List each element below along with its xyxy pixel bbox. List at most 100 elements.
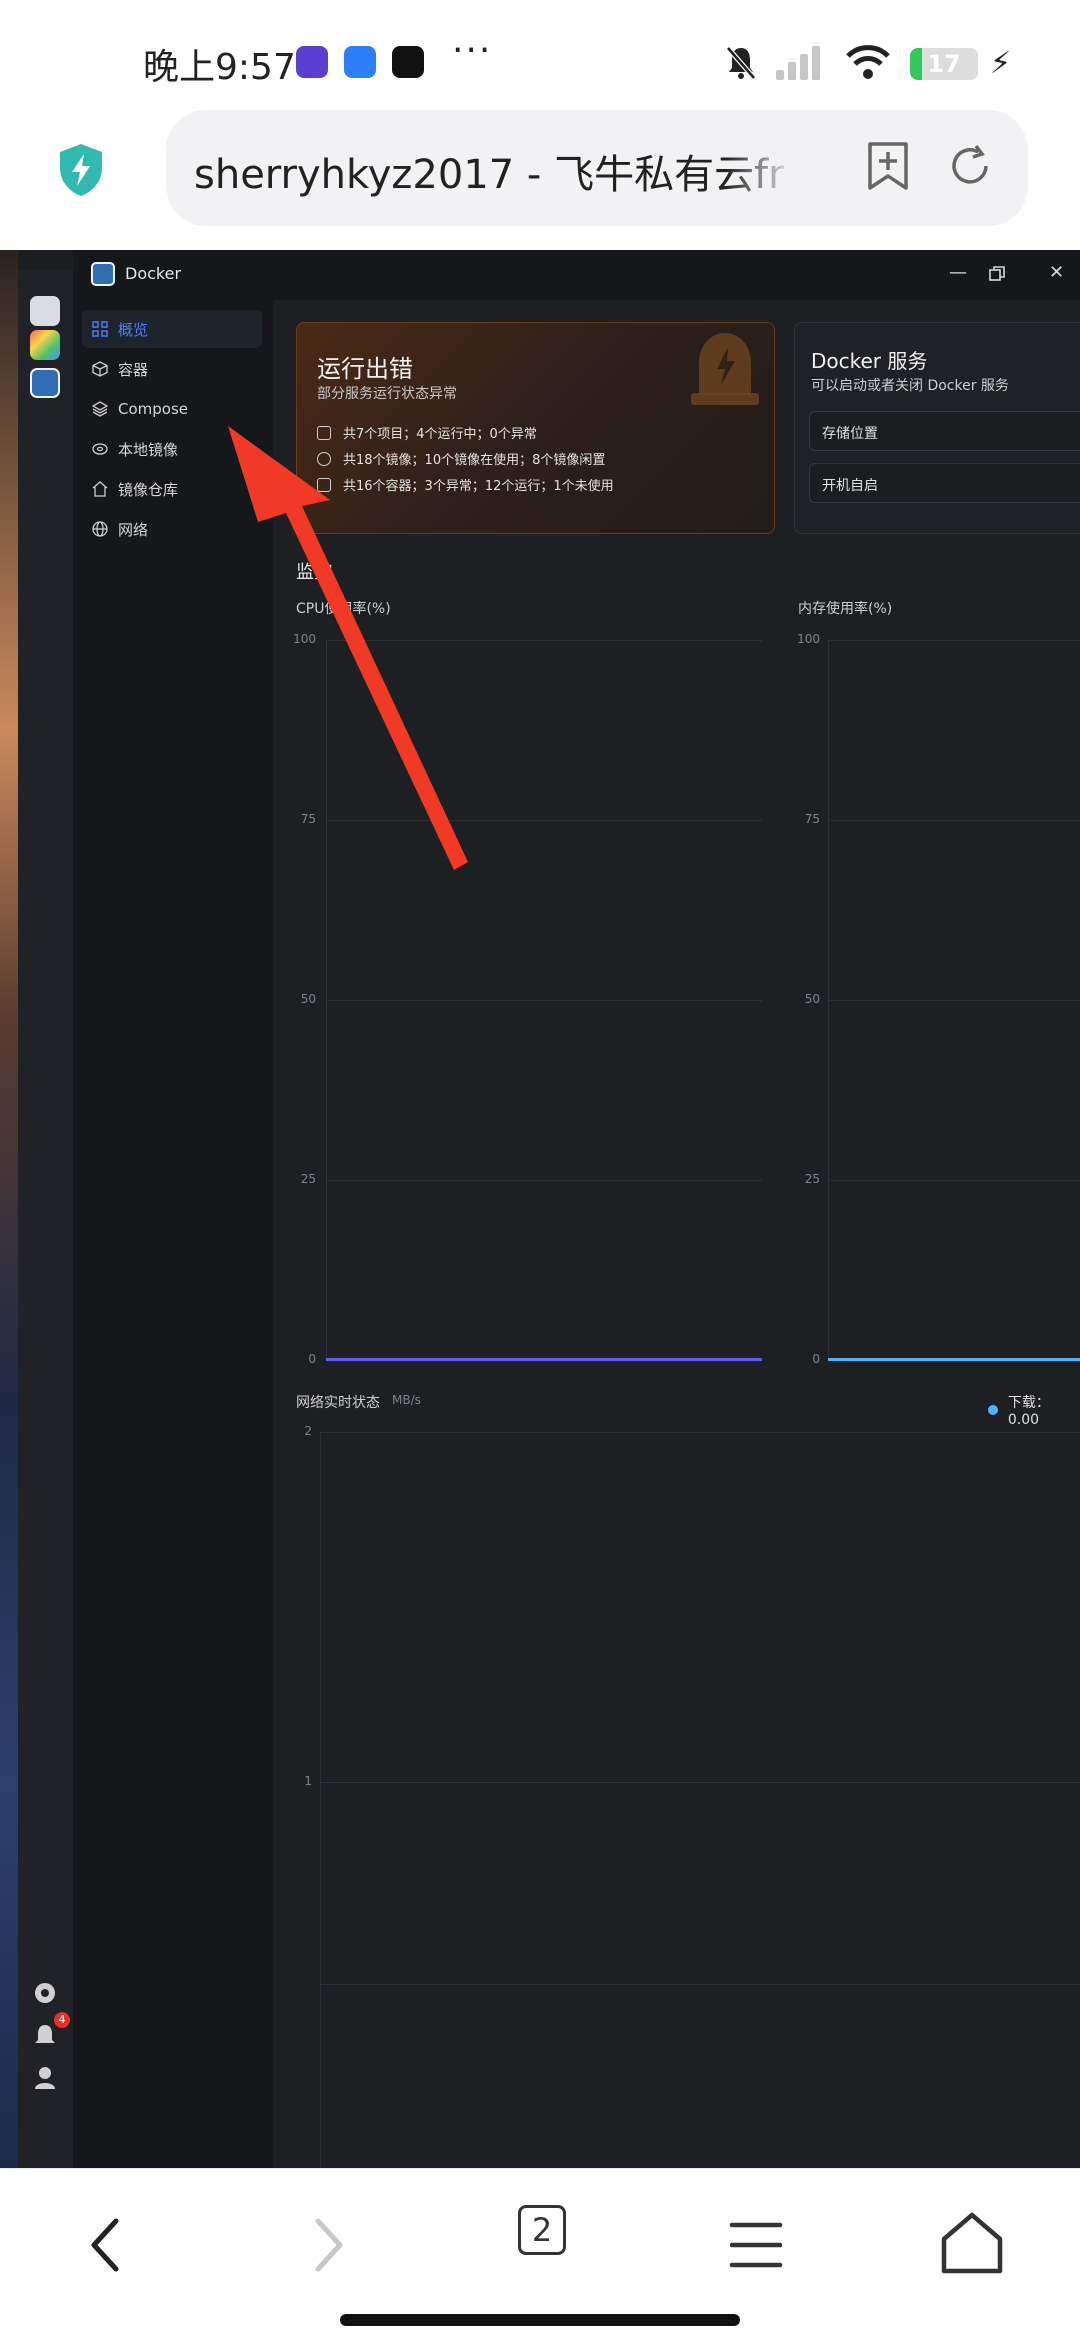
service-subtitle: 可以启动或者关闭 Docker 服务 <box>811 378 1009 394</box>
error-subtitle: 部分服务运行状态异常 <box>317 386 457 402</box>
net-gridline <box>320 1782 1080 1783</box>
containers-summary: 共16个容器；3个异常；12个运行；1个未使用 <box>317 475 614 494</box>
notification-badge: 4 <box>54 2012 70 2028</box>
back-icon[interactable] <box>66 2205 146 2285</box>
cpu-tick-25: 25 <box>300 1172 316 1186</box>
images-summary: 共18个镜像；10个镜像在使用；8个镜像闲置 <box>317 449 605 468</box>
sidebar-item-label: 容器 <box>118 360 149 379</box>
mem-tick-25: 25 <box>804 1172 820 1186</box>
error-title: 运行出错 <box>317 355 413 383</box>
storage-location-row[interactable]: 存储位置 <box>809 411 1080 451</box>
sidebar-item-network[interactable]: 网络 <box>82 510 262 548</box>
sidebar-item-registry[interactable]: 镜像仓库 <box>82 470 262 508</box>
restore-icon[interactable] <box>989 266 1005 282</box>
user-icon[interactable] <box>32 2064 58 2090</box>
grid-icon <box>92 321 108 337</box>
autostart-row[interactable]: 开机自启 <box>809 463 1080 503</box>
sidebar-item-label: 镜像仓库 <box>118 480 179 499</box>
cpu-tick-100: 100 <box>293 632 316 646</box>
status-bar: 晚上9:57 ··· 17 ⚡ <box>0 0 1080 110</box>
minimize-icon[interactable]: — <box>949 262 967 283</box>
alarm-lamp-icon <box>691 333 759 405</box>
home-icon <box>92 481 108 497</box>
sidebar-item-label: 本地镜像 <box>118 440 179 459</box>
reload-icon[interactable] <box>946 142 994 190</box>
mem-gridline <box>828 1180 1080 1181</box>
battery-indicator: 17 <box>910 48 978 80</box>
network-chart-title: 网络实时状态 <box>296 1395 380 1411</box>
sidebar-item-label: Compose <box>118 400 189 418</box>
mem-tick-0: 0 <box>812 1352 820 1366</box>
net-gridline <box>320 1432 1080 1433</box>
net-y-axis <box>320 1432 321 2168</box>
monitor-app-icon[interactable] <box>30 296 60 326</box>
disk-icon <box>92 443 108 455</box>
close-icon[interactable]: ✕ <box>1049 262 1064 283</box>
video-app-icon <box>296 46 328 78</box>
cpu-gridline <box>326 1180 762 1181</box>
home-icon[interactable] <box>932 2205 1012 2285</box>
mem-gridline <box>828 1000 1080 1001</box>
cpu-tick-50: 50 <box>300 992 316 1006</box>
status-error-card: 运行出错 部分服务运行状态异常 共7个项目；4个运行中；0个异常 共18个镜像；… <box>296 322 775 534</box>
storage-location-label: 存储位置 <box>822 426 878 442</box>
mem-gridline <box>828 820 1080 821</box>
mem-gridline <box>828 640 1080 641</box>
memory-chart-title: 内存使用率(%) <box>798 601 893 617</box>
window-titlebar: Docker — ✕ <box>73 250 1080 300</box>
service-title: Docker 服务 <box>811 349 928 373</box>
cpu-gridline <box>326 1000 762 1001</box>
cpu-series-line <box>326 1358 762 1361</box>
web-content: 4 Docker — ✕ 概览 容器 Compose 本地镜像 镜像仓库 网络 <box>0 250 1080 2168</box>
browser-url-bar: sherryhkyz2017 - 飞牛私有云fnOS <box>0 110 1080 250</box>
monitor-title: 监控 <box>296 562 332 583</box>
sidebar-item-containers[interactable]: 容器 <box>82 350 262 388</box>
cpu-gridline <box>326 640 762 641</box>
docker-app-icon[interactable] <box>30 368 60 398</box>
projects-summary-text: 共7个项目；4个运行中；0个异常 <box>343 427 537 442</box>
layers-icon <box>92 401 108 417</box>
menu-icon[interactable] <box>716 2205 796 2285</box>
sidebar-item-compose[interactable]: Compose <box>82 390 262 428</box>
images-summary-text: 共18个镜像；10个镜像在使用；8个镜像闲置 <box>343 453 606 468</box>
signal-icon <box>776 46 820 80</box>
box-icon <box>92 361 108 377</box>
bookmark-add-icon[interactable] <box>866 140 910 192</box>
url-fade <box>726 110 796 226</box>
sidebar-item-label: 网络 <box>118 520 149 539</box>
shield-icon[interactable] <box>56 142 106 198</box>
mem-y-axis <box>828 640 829 1360</box>
more-status-icon: ··· <box>452 30 493 71</box>
cpu-gridline <box>326 820 762 821</box>
sidebar-item-overview[interactable]: 概览 <box>82 310 262 348</box>
autostart-label: 开机自启 <box>822 478 878 494</box>
legend-download: 下载：0.00 <box>1007 1395 1050 1428</box>
layers-icon <box>317 425 331 440</box>
legend-dot <box>988 1405 998 1415</box>
containers-summary-text: 共16个容器；3个异常；12个运行；1个未使用 <box>343 479 614 494</box>
mem-series-line <box>828 1358 1080 1361</box>
cpu-y-axis <box>326 640 327 1360</box>
settings-icon[interactable] <box>32 1980 58 2006</box>
z-app-icon <box>392 46 424 78</box>
net-gridline <box>320 1984 1080 1985</box>
url-text: sherryhkyz2017 - 飞牛私有云fnOS <box>194 152 784 198</box>
box-icon <box>317 477 331 492</box>
sidebar-item-local-images[interactable]: 本地镜像 <box>82 430 262 468</box>
app-center-icon[interactable] <box>30 330 60 360</box>
mute-icon <box>726 46 756 80</box>
notification-bell-icon[interactable] <box>32 2022 58 2048</box>
sidebar-item-label: 概览 <box>118 320 149 339</box>
forward-icon[interactable] <box>288 2205 368 2285</box>
network-chart-unit: MB/s <box>392 1393 421 1407</box>
tabs-button[interactable]: 2 <box>518 2205 566 2255</box>
wifi-icon <box>846 45 890 79</box>
chat-app-icon <box>344 46 376 78</box>
battery-level: 17 <box>927 50 961 78</box>
projects-summary: 共7个项目；4个运行中；0个异常 <box>317 423 537 442</box>
mem-tick-50: 50 <box>804 992 820 1006</box>
desktop-dock: 4 <box>18 270 73 2168</box>
url-field[interactable]: sherryhkyz2017 - 飞牛私有云fnOS <box>166 110 1028 226</box>
charging-icon: ⚡ <box>990 46 1012 81</box>
window-title: Docker <box>125 264 182 283</box>
